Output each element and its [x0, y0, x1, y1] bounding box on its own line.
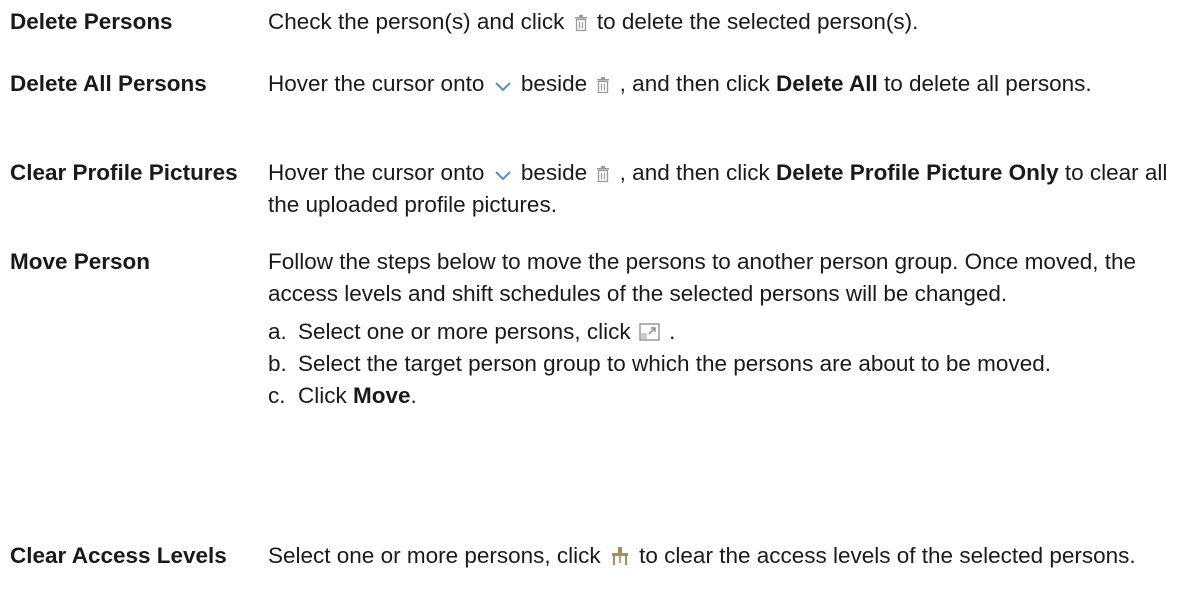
term-label: Clear Access Levels	[10, 543, 227, 568]
text-run: to delete all persons.	[877, 71, 1092, 96]
text-run: Hover the cursor onto	[268, 160, 491, 185]
chevron-down-icon	[493, 78, 513, 94]
trash-icon	[595, 165, 611, 183]
term-label: Move Person	[10, 249, 151, 274]
ui-label-bold: Delete Profile Picture Only	[776, 160, 1059, 185]
text-run: , and then click	[613, 71, 777, 96]
ui-label-bold: Move	[353, 383, 411, 408]
document: Delete Persons Check the person(s) and c…	[0, 0, 1190, 608]
text-run: beside	[514, 160, 594, 185]
text-run: Follow the steps below to move the perso…	[268, 249, 1136, 306]
trash-icon	[595, 76, 611, 94]
text-run: , and then click	[613, 160, 777, 185]
chevron-down-icon	[493, 167, 513, 183]
trash-icon	[573, 14, 589, 32]
definition-text: Hover the cursor onto beside , and then …	[268, 157, 1180, 221]
text-run: .	[410, 383, 417, 408]
step-mark: c.	[268, 383, 286, 408]
text-run: Hover the cursor onto	[268, 71, 491, 96]
definition-text: Follow the steps below to move the perso…	[268, 246, 1180, 412]
step-mark: a.	[268, 319, 287, 344]
term-label: Clear Profile Pictures	[10, 160, 238, 185]
term-label: Delete Persons	[10, 9, 173, 34]
step-item: c. Click Move.	[268, 380, 1180, 412]
text-run: Select the target person group to which …	[298, 351, 1051, 376]
clear-access-icon	[609, 546, 631, 566]
ui-label-bold: Delete All	[776, 71, 878, 96]
step-item: b. Select the target person group to whic…	[268, 348, 1180, 380]
text-run: to delete the selected person(s).	[590, 9, 919, 34]
text-run: Select one or more persons, click	[298, 319, 637, 344]
definition-text: Select one or more persons, click to cle…	[268, 540, 1180, 572]
definition-text: Check the person(s) and click to delete …	[268, 6, 1180, 38]
text-run: Click	[298, 383, 353, 408]
step-item: a. Select one or more persons, click .	[268, 316, 1180, 348]
text-run: Check the person(s) and click	[268, 9, 571, 34]
move-icon	[639, 322, 661, 342]
term-label: Delete All Persons	[10, 71, 207, 96]
text-run: beside	[514, 71, 594, 96]
steps-list: a. Select one or more persons, click . b.…	[268, 316, 1180, 412]
text-run: Select one or more persons, click	[268, 543, 607, 568]
step-mark: b.	[268, 351, 287, 376]
text-run: to clear the access levels of the select…	[632, 543, 1136, 568]
text-run: .	[662, 319, 676, 344]
definition-text: Hover the cursor onto beside , and then …	[268, 68, 1180, 100]
